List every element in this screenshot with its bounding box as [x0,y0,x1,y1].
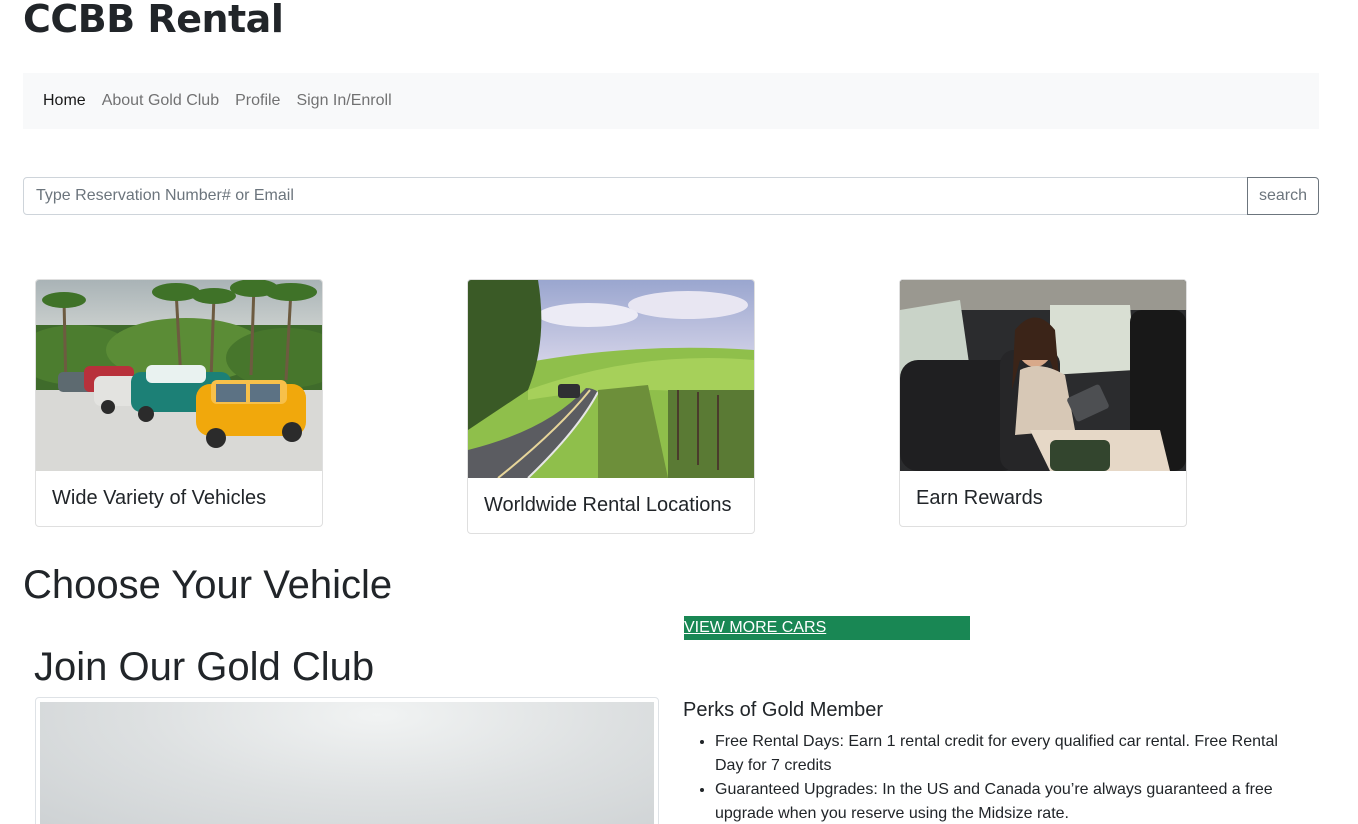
perks-title: Perks of Gold Member [683,699,884,721]
country-road-image [468,280,754,478]
perk-item: Free Rental Days: Earn 1 rental credit f… [715,730,1305,778]
nav-home[interactable]: Home [43,92,86,110]
card-earn-rewards[interactable]: Earn Rewards [899,279,1187,527]
gold-club-image [40,702,654,824]
site-brand: CCBB Rental [23,0,284,41]
perks-list: Free Rental Days: Earn 1 rental credit f… [715,730,1305,824]
join-gold-club-heading: Join Our Gold Club [34,645,375,689]
perk-item: Guaranteed Upgrades: In the US and Canad… [715,778,1305,824]
card-title: Worldwide Rental Locations [484,494,732,516]
nav-profile[interactable]: Profile [235,92,280,110]
choose-vehicle-heading: Choose Your Vehicle [23,563,393,607]
card-worldwide-locations[interactable]: Worldwide Rental Locations [467,279,755,534]
view-more-cars-button[interactable]: VIEW MORE CARS [684,616,970,640]
woman-in-car-image [900,280,1186,471]
gold-club-image-frame [35,697,659,824]
search-button[interactable]: search [1247,177,1319,215]
card-title: Earn Rewards [916,487,1043,509]
nav-about-gold-club[interactable]: About Gold Club [102,92,219,110]
card-title: Wide Variety of Vehicles [52,487,267,509]
reservation-search-input[interactable] [23,177,1248,215]
reservation-search: search [23,177,1319,215]
nav-sign-in-enroll[interactable]: Sign In/Enroll [296,92,391,110]
card-wide-variety[interactable]: Wide Variety of Vehicles [35,279,323,527]
main-navbar: Home About Gold Club Profile Sign In/Enr… [23,73,1319,129]
classic-cars-image [36,280,322,471]
